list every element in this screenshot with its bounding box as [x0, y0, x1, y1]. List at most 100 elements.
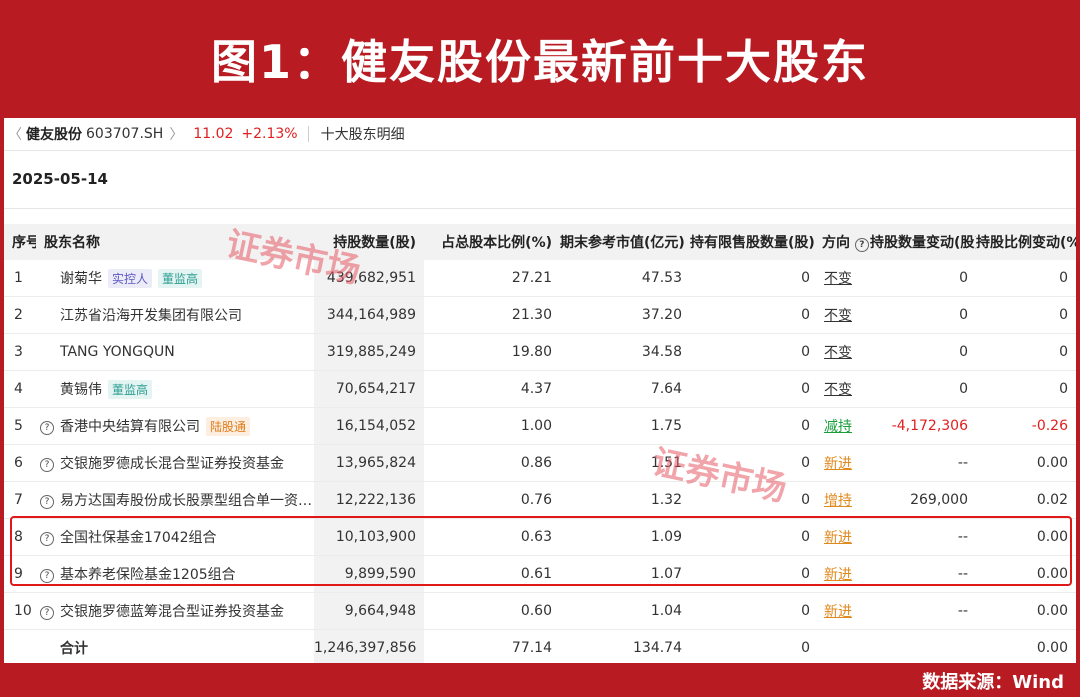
direction-link[interactable]: 不变: [824, 382, 852, 398]
help-icon[interactable]: ?: [40, 568, 54, 583]
table-row[interactable]: 2 江苏省沿海开发集团有限公司 344,164,989 21.30 37.20 0 不变 0 0: [4, 296, 1076, 334]
total-restricted: 0: [801, 640, 810, 656]
help-icon[interactable]: ?: [40, 457, 54, 472]
cell-change-ratio: 0.00: [976, 518, 1076, 556]
cell-help: [36, 370, 58, 408]
report-date[interactable]: 2025-05-14: [12, 170, 108, 188]
help-icon[interactable]: ?: [40, 494, 54, 509]
header-change-ratio[interactable]: 持股比例变动(%): [976, 224, 1076, 260]
cell-direction: 不变: [818, 370, 870, 408]
table-row[interactable]: 10? 交银施罗德蓝筹混合型证券投资基金 9,664,948 0.60 1.04 0 新进 -…: [4, 592, 1076, 630]
cell-restricted: 0: [690, 592, 818, 630]
holder-name[interactable]: 交银施罗德成长混合型证券投资基金: [60, 456, 284, 472]
cell-index: 8: [4, 518, 36, 556]
header-name[interactable]: 股东名称: [36, 224, 314, 260]
cell-help: ?: [36, 518, 58, 556]
direction-link[interactable]: 新进: [824, 530, 852, 546]
header-ratio[interactable]: 占总股本比例(%): [424, 224, 560, 260]
cell-change-shares: 0: [870, 333, 976, 371]
holder-name[interactable]: 江苏省沿海开发集团有限公司: [60, 308, 242, 324]
cell-holder-name[interactable]: 江苏省沿海开发集团有限公司: [58, 296, 314, 334]
table-row[interactable]: 1 谢菊华 实控人 董监高 439,682,951 27.21 47.53 0 不变 0 0: [4, 260, 1076, 297]
total-market-value: 134.74: [633, 640, 682, 656]
cell-holder-name[interactable]: 谢菊华 实控人 董监高: [58, 260, 314, 297]
direction-link[interactable]: 减持: [824, 419, 852, 435]
cell-restricted: 0: [690, 555, 818, 593]
header-restricted[interactable]: 持有限售股数量(股): [690, 224, 818, 260]
direction-link[interactable]: 新进: [824, 567, 852, 583]
cell-holder-name[interactable]: 全国社保基金17042组合: [58, 518, 314, 556]
help-icon[interactable]: ?: [40, 531, 54, 546]
header-direction[interactable]: 方向 ?: [818, 224, 870, 260]
cell-holder-name[interactable]: 香港中央结算有限公司 陆股通: [58, 407, 314, 445]
divider: [4, 208, 1076, 209]
header-direction-label: 方向: [822, 235, 850, 251]
cell-index: 9: [4, 555, 36, 593]
chevron-right-icon[interactable]: 〉: [169, 124, 183, 144]
holder-name[interactable]: TANG YONGQUN: [60, 344, 175, 360]
holder-name[interactable]: 交银施罗德蓝筹混合型证券投资基金: [60, 604, 284, 620]
cell-restricted: 0: [690, 407, 818, 445]
cell-holder-name[interactable]: 黄锡伟 董监高: [58, 370, 314, 408]
table-row[interactable]: 9? 基本养老保险基金1205组合 9,899,590 0.61 1.07 0 新进 -- 0.…: [4, 555, 1076, 593]
cell-ratio: 0.86: [424, 444, 560, 482]
stock-name[interactable]: 健友股份: [26, 124, 82, 144]
title-banner: 图1：健友股份最新前十大股东: [0, 0, 1080, 118]
direction-link[interactable]: 不变: [824, 271, 852, 287]
cell-market-value: 1.09: [560, 518, 690, 556]
cell-holder-name[interactable]: TANG YONGQUN: [58, 333, 314, 371]
holder-name[interactable]: 谢菊华: [60, 271, 102, 287]
cell-change-shares: 0: [870, 370, 976, 408]
cell-index: 5: [4, 407, 36, 445]
stock-code: 603707.SH: [86, 126, 164, 142]
direction-link[interactable]: 新进: [824, 604, 852, 620]
help-icon[interactable]: ?: [40, 605, 54, 620]
direction-link[interactable]: 不变: [824, 308, 852, 324]
cell-index: [4, 630, 36, 664]
table-row[interactable]: 3 TANG YONGQUN 319,885,249 19.80 34.58 0 不变 0 0: [4, 333, 1076, 371]
back-chevron-icon[interactable]: 〈: [8, 124, 22, 144]
direction-link[interactable]: 增持: [824, 493, 852, 509]
cell-help: ?: [36, 555, 58, 593]
table-row[interactable]: 7? 易方达国寿股份成长股票型组合单一资产管... 12,222,136 0.76 1.…: [4, 481, 1076, 519]
header-index[interactable]: 序号: [4, 224, 36, 260]
data-source: 数据来源：Wind: [922, 672, 1064, 693]
table-row[interactable]: 8? 全国社保基金17042组合 10,103,900 0.63 1.09 0 新进 -- 0.…: [4, 518, 1076, 556]
table-row[interactable]: 6? 交银施罗德成长混合型证券投资基金 13,965,824 0.86 1.51 0 新进 -…: [4, 444, 1076, 482]
holder-name[interactable]: 黄锡伟: [60, 382, 102, 398]
cell-ratio: 1.00: [424, 407, 560, 445]
cell-holder-name[interactable]: 交银施罗德成长混合型证券投资基金: [58, 444, 314, 482]
total-label: 合计: [60, 641, 88, 657]
direction-link[interactable]: 不变: [824, 345, 852, 361]
holder-name[interactable]: 全国社保基金17042组合: [60, 530, 217, 546]
holder-name[interactable]: 易方达国寿股份成长股票型组合单一资产管...: [60, 493, 314, 509]
holder-name[interactable]: 基本养老保险基金1205组合: [60, 567, 236, 583]
help-icon[interactable]: ?: [854, 238, 869, 252]
stock-price: 11.02: [193, 126, 234, 142]
table-row[interactable]: 5? 香港中央结算有限公司 陆股通 16,154,052 1.00 1.75 0 减持 -4,1…: [4, 407, 1076, 445]
cell-direction: 增持: [818, 481, 870, 519]
cell-holder-name[interactable]: 基本养老保险基金1205组合: [58, 555, 314, 593]
holder-tag: 陆股通: [206, 417, 251, 437]
direction-link[interactable]: 新进: [824, 456, 852, 472]
header-market-value[interactable]: 期末参考市值(亿元): [560, 224, 690, 260]
cell-market-value: 1.04: [560, 592, 690, 630]
cell-direction: 减持: [818, 407, 870, 445]
header-change-shares[interactable]: 持股数量变动(股): [870, 224, 976, 260]
help-icon[interactable]: ?: [40, 420, 54, 435]
total-change-shares: [870, 630, 976, 664]
cell-help: [36, 260, 58, 297]
table-row[interactable]: 4 黄锡伟 董监高 70,654,217 4.37 7.64 0 不变 0 0: [4, 370, 1076, 408]
cell-shares: 10,103,900: [314, 518, 424, 556]
cell-holder-name[interactable]: 易方达国寿股份成长股票型组合单一资产管...: [58, 481, 314, 519]
total-shares: 1,246,397,856: [314, 629, 424, 663]
cell-help: [36, 333, 58, 371]
cell-change-ratio: 0.02: [976, 481, 1076, 519]
cell-ratio: 0.61: [424, 555, 560, 593]
holder-name[interactable]: 香港中央结算有限公司: [60, 419, 200, 435]
cell-index: 1: [4, 260, 36, 297]
cell-holder-name[interactable]: 交银施罗德蓝筹混合型证券投资基金: [58, 592, 314, 630]
header-shares[interactable]: 持股数量(股): [314, 224, 424, 260]
cell-change-shares: --: [870, 518, 976, 556]
cell-index: 3: [4, 333, 36, 371]
